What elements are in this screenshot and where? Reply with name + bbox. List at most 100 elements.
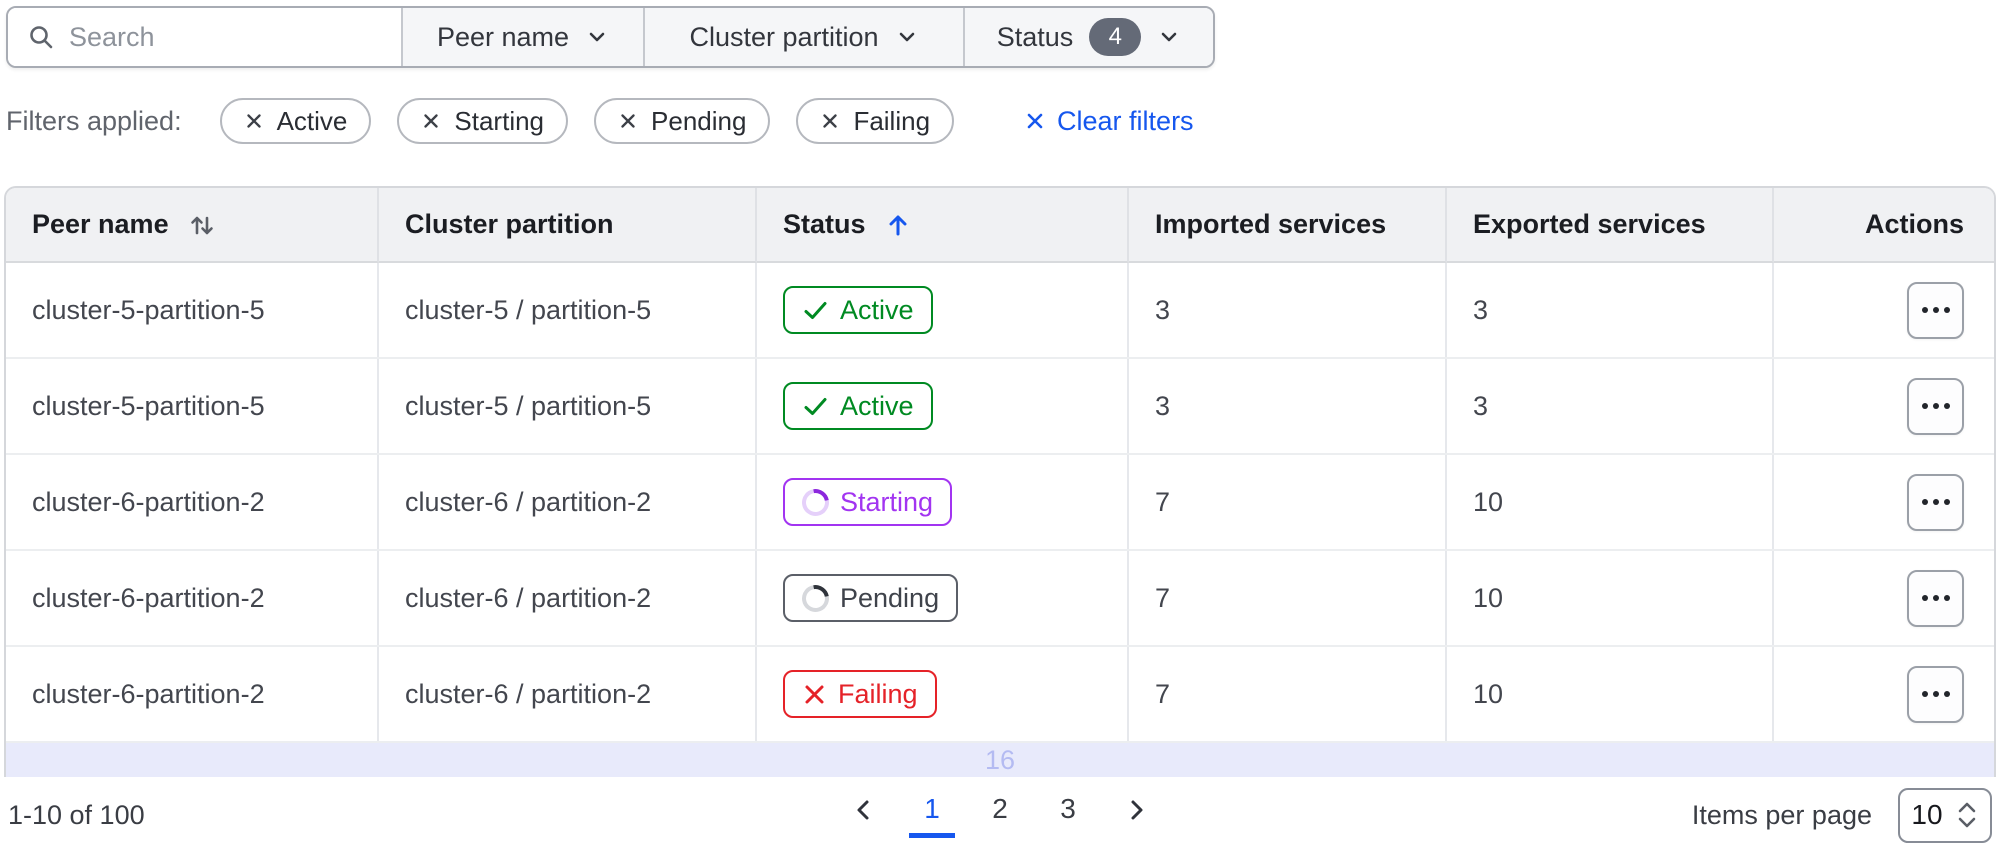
- filter-pill-active[interactable]: Active: [219, 98, 372, 144]
- column-header-label: Cluster partition: [405, 209, 614, 239]
- status-cell: Starting: [757, 455, 1129, 549]
- peer-name-cell: cluster-5-partition-5: [6, 263, 379, 357]
- chevron-down-icon: [585, 25, 609, 49]
- table-row: cluster-6-partition-2 cluster-6 / partit…: [6, 455, 1994, 551]
- column-header-actions: Actions: [1774, 188, 1994, 263]
- exported-services-cell: 3: [1447, 263, 1774, 357]
- status-badge-label: Starting: [840, 486, 934, 517]
- filter-pill-label: Active: [276, 105, 348, 136]
- filter-pill-failing[interactable]: Failing: [796, 98, 955, 144]
- peer-name-filter-dropdown[interactable]: Peer name: [401, 8, 643, 66]
- exported-services-cell: 10: [1447, 551, 1774, 645]
- clear-filters-label: Clear filters: [1057, 105, 1194, 136]
- column-header-cluster-partition: Cluster partition: [379, 188, 757, 263]
- status-cell: Active: [757, 359, 1129, 453]
- cluster-partition-cell: cluster-6 / partition-2: [379, 647, 757, 741]
- page-button-3[interactable]: 3: [1045, 793, 1091, 838]
- imported-services-cell: 7: [1129, 647, 1447, 741]
- partial-next-row[interactable]: 16: [6, 743, 1994, 777]
- actions-cell: [1774, 359, 1994, 453]
- next-page-button[interactable]: [1113, 797, 1159, 833]
- items-per-page-select[interactable]: 10: [1898, 787, 1992, 843]
- filter-pill-label: Pending: [651, 105, 747, 136]
- status-badge-pending: Pending: [783, 574, 959, 622]
- table-row: cluster-5-partition-5 cluster-5 / partit…: [6, 263, 1994, 359]
- previous-page-button[interactable]: [841, 797, 887, 833]
- ellipsis-icon: [1921, 595, 1950, 601]
- page-navigation: 1 2 3: [841, 793, 1159, 838]
- cluster-partition-cell: cluster-5 / partition-5: [379, 359, 757, 453]
- row-actions-button[interactable]: [1907, 665, 1964, 723]
- ellipsis-icon: [1921, 403, 1950, 409]
- stepper-icon: [1955, 800, 1979, 830]
- imported-services-cell: 7: [1129, 455, 1447, 549]
- peer-name-cell: cluster-6-partition-2: [6, 551, 379, 645]
- actions-cell: [1774, 647, 1994, 741]
- column-header-label: Status: [783, 209, 866, 239]
- status-badge-label: Failing: [838, 678, 918, 709]
- cluster-partition-filter-dropdown[interactable]: Cluster partition: [643, 8, 963, 66]
- row-actions-button[interactable]: [1907, 281, 1964, 339]
- imported-services-cell: 3: [1129, 263, 1447, 357]
- status-badge-active: Active: [783, 286, 933, 334]
- peer-name-cell: cluster-5-partition-5: [6, 359, 379, 453]
- cluster-partition-cell: cluster-5 / partition-5: [379, 263, 757, 357]
- cluster-partition-filter-label: Cluster partition: [689, 21, 879, 52]
- search-icon: [28, 24, 55, 51]
- items-per-page-control: Items per page 10: [1692, 787, 1992, 843]
- actions-cell: [1774, 263, 1994, 357]
- check-icon: [802, 393, 829, 420]
- close-icon: [618, 111, 638, 131]
- filter-pill-label: Failing: [853, 105, 931, 136]
- imported-services-cell: 7: [1129, 551, 1447, 645]
- actions-cell: [1774, 455, 1994, 549]
- table-body: cluster-5-partition-5 cluster-5 / partit…: [6, 263, 1994, 777]
- ellipsis-icon: [1921, 691, 1950, 697]
- exported-services-cell: 10: [1447, 455, 1774, 549]
- search-box[interactable]: [8, 8, 401, 66]
- status-badge-label: Active: [840, 390, 914, 421]
- status-badge-starting: Starting: [783, 478, 953, 526]
- status-filter-count-badge: 4: [1089, 18, 1142, 56]
- status-badge-label: Pending: [840, 582, 940, 613]
- peer-name-cell: cluster-6-partition-2: [6, 647, 379, 741]
- row-actions-button[interactable]: [1907, 473, 1964, 531]
- table-row: cluster-6-partition-2 cluster-6 / partit…: [6, 551, 1994, 647]
- column-header-peer-name[interactable]: Peer name: [6, 188, 379, 263]
- row-actions-button[interactable]: [1907, 569, 1964, 627]
- column-header-label: Actions: [1864, 209, 1964, 239]
- search-input[interactable]: [69, 21, 379, 53]
- status-filter-label: Status: [996, 21, 1074, 52]
- exported-services-cell: 10: [1447, 647, 1774, 741]
- filter-pill-starting[interactable]: Starting: [397, 98, 569, 144]
- exported-services-cell: 3: [1447, 359, 1774, 453]
- status-filter-dropdown[interactable]: Status 4: [963, 8, 1213, 66]
- ellipsis-icon: [1921, 499, 1950, 505]
- peer-name-filter-label: Peer name: [436, 21, 570, 52]
- row-actions-button[interactable]: [1907, 377, 1964, 435]
- page-button-1[interactable]: 1: [909, 793, 955, 838]
- close-icon: [1024, 110, 1046, 132]
- clear-filters-button[interactable]: Clear filters: [1024, 106, 1194, 137]
- filters-applied-bar: Filters applied: Active Starting Pending…: [6, 98, 2000, 144]
- column-header-label: Peer name: [32, 209, 169, 239]
- table-row: cluster-6-partition-2 cluster-6 / partit…: [6, 647, 1994, 743]
- filter-pill-pending[interactable]: Pending: [594, 98, 771, 144]
- check-icon: [802, 297, 829, 324]
- column-header-imported-services: Imported services: [1129, 188, 1447, 263]
- status-badge-label: Active: [840, 294, 914, 325]
- actions-cell: [1774, 551, 1994, 645]
- page-button-2[interactable]: 2: [977, 793, 1023, 838]
- sort-ascending-icon: [884, 211, 912, 239]
- ellipsis-icon: [1921, 307, 1950, 313]
- peer-name-cell: cluster-6-partition-2: [6, 455, 379, 549]
- close-icon: [244, 111, 264, 131]
- peerings-table: Peer name Cluster partition Status Impor…: [4, 186, 1996, 777]
- table-row: cluster-5-partition-5 cluster-5 / partit…: [6, 359, 1994, 455]
- status-cell: Pending: [757, 551, 1129, 645]
- filter-toolbar: Peer name Cluster partition Status 4: [6, 6, 1215, 68]
- column-header-status[interactable]: Status: [757, 188, 1129, 263]
- close-icon: [820, 111, 840, 131]
- chevron-right-icon: [1123, 797, 1149, 823]
- pagination-bar: 1-10 of 100 1 2 3 Items per page 10: [0, 777, 2000, 853]
